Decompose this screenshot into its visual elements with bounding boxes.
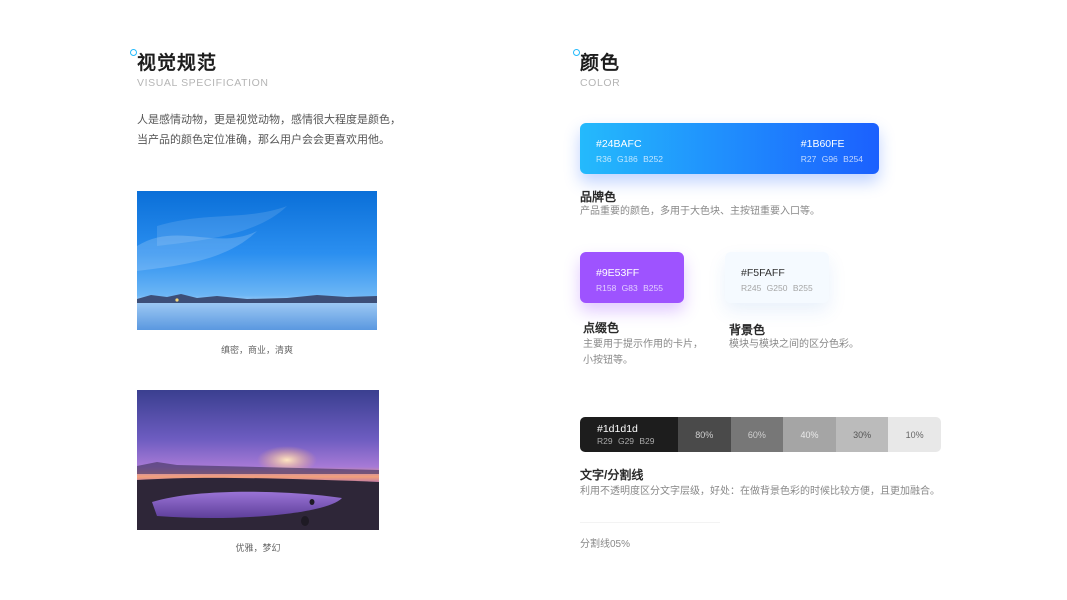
accent-color-swatch: #9E53FF R158 G83 B255	[580, 252, 684, 303]
text-base-hex: #1d1d1d	[597, 423, 638, 435]
intro-paragraph: 人是感情动物，更是视觉动物，感情很大程度是颜色， 当产品的颜色定位准确，那么用户…	[137, 110, 437, 150]
color-heading: 颜色 COLOR	[573, 49, 621, 89]
accent-desc-line-1: 主要用于提示作用的卡片，	[583, 339, 703, 350]
brand-end-color: #1B60FE R27 G96 B254	[801, 138, 863, 165]
intro-line-1: 人是感情动物，更是视觉动物，感情很大程度是颜色，	[137, 114, 401, 126]
photo-caption-1: 缜密，商业，清爽	[220, 345, 293, 355]
text-color-desc: 利用不透明度区分文字层级，好处：在做背景色彩的时候比较方便，且更加融合。	[580, 486, 940, 497]
text-base-color: #1d1d1d R29 G29 B29	[580, 417, 678, 452]
photo-purple-sunset	[137, 390, 379, 530]
divider-label: 分割线05%	[580, 539, 631, 550]
circle-dot-icon	[573, 49, 580, 56]
brand-start-hex: #24BAFC	[596, 138, 642, 150]
background-hex: #F5FAFF	[741, 267, 785, 279]
brand-color-desc: 产品重要的颜色，多用于大色块、主按钮重要入口等。	[580, 206, 820, 217]
background-color-swatch: #F5FAFF R245 G250 B255	[725, 252, 829, 303]
accent-color-title: 点缀色	[583, 321, 620, 335]
visual-spec-page: 视觉规范 VISUAL SPECIFICATION 人是感情动物，更是视觉动物，…	[0, 0, 1067, 600]
brand-end-hex: #1B60FE	[800, 138, 845, 150]
photo-blue-sky	[137, 191, 377, 330]
accent-hex: #9E53FF	[596, 267, 640, 279]
brand-end-rgb: R27 G96 B254	[800, 154, 863, 164]
visual-spec-subtitle: VISUAL SPECIFICATION	[137, 77, 269, 89]
visual-spec-title: 视觉规范	[137, 53, 218, 74]
divider-sample	[580, 522, 720, 523]
text-opacity-step-80: 80%	[678, 417, 731, 452]
color-subtitle: COLOR	[580, 77, 621, 89]
text-opacity-scale: #1d1d1d R29 G29 B29 80% 60% 40% 30% 10%	[580, 417, 941, 452]
accent-rgb: R158 G83 B255	[596, 283, 663, 293]
accent-color-desc: 主要用于提示作用的卡片， 小按钮等。	[583, 337, 703, 369]
text-opacity-step-40: 40%	[783, 417, 836, 452]
text-opacity-step-30: 30%	[835, 417, 889, 452]
brand-color-swatch: #24BAFC R36 G186 B252 #1B60FE R27 G96 B2…	[580, 123, 879, 174]
text-opacity-step-10: 10%	[888, 417, 941, 452]
brand-start-rgb: R36 G186 B252	[596, 154, 663, 164]
text-color-title: 文字/分割线	[580, 468, 644, 482]
background-color-desc: 模块与模块之间的区分色彩。	[729, 339, 859, 350]
brand-color-title: 品牌色	[580, 190, 617, 204]
text-opacity-step-60: 60%	[730, 417, 784, 452]
text-base-rgb: R29 G29 B29	[597, 436, 655, 446]
intro-line-2: 当产品的颜色定位准确，那么用户会会更喜欢用他。	[137, 134, 390, 146]
visual-spec-heading: 视觉规范 VISUAL SPECIFICATION	[130, 49, 269, 89]
color-title: 颜色	[580, 53, 621, 74]
photo-caption-2: 优雅，梦幻	[235, 543, 281, 553]
circle-dot-icon	[130, 49, 137, 56]
brand-start-color: #24BAFC R36 G186 B252	[596, 138, 663, 165]
accent-desc-line-2: 小按钮等。	[583, 355, 633, 366]
background-rgb: R245 G250 B255	[741, 283, 813, 293]
background-color-title: 背景色	[729, 323, 766, 337]
